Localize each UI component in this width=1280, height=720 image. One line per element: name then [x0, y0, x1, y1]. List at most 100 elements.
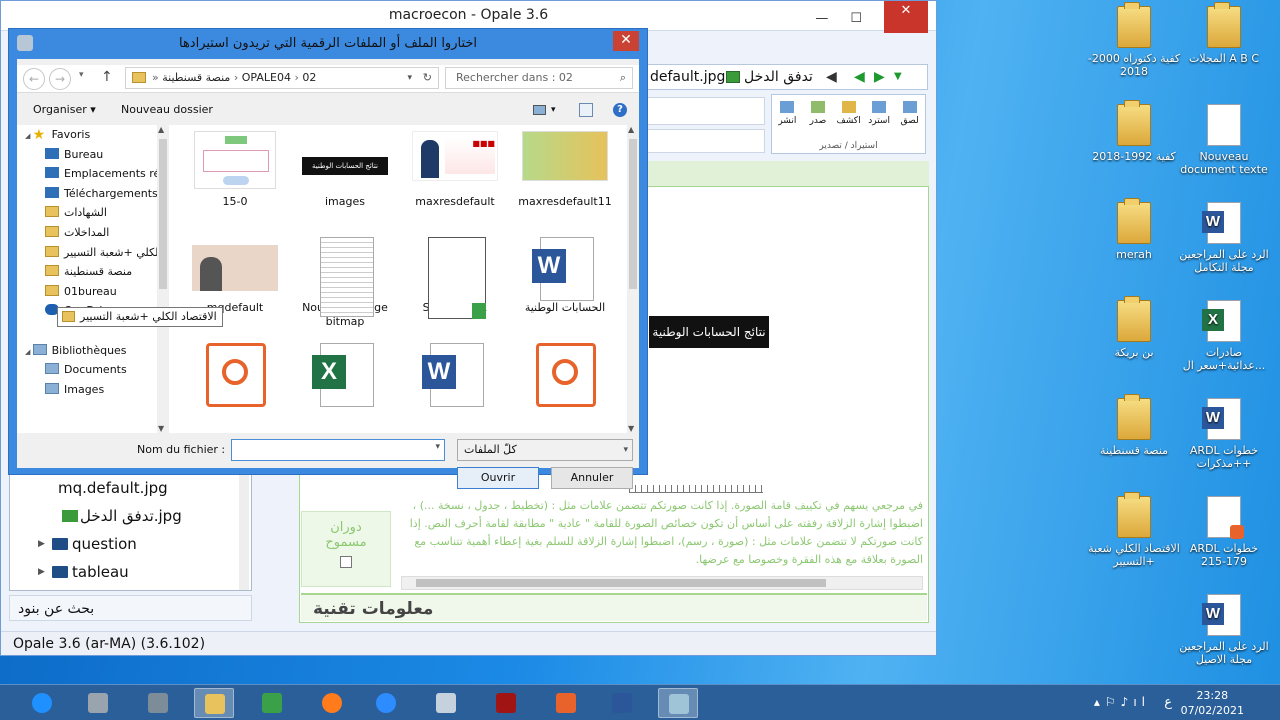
desktop-icon[interactable]: المجلات A B C	[1176, 2, 1272, 65]
organiser-button[interactable]: Organiser ▾	[33, 95, 96, 125]
file-item[interactable]	[513, 343, 617, 407]
taskbar-zoom-button[interactable]	[366, 688, 406, 718]
nav-tree-item[interactable]: Bureau	[17, 145, 169, 165]
taskbar-flash-button[interactable]	[486, 688, 526, 718]
taskbar-internet-explorer-button[interactable]	[22, 688, 62, 718]
taskbar-opale-button[interactable]	[658, 688, 698, 718]
new-folder-button[interactable]: Nouveau dossier	[121, 95, 213, 125]
cancel-button[interactable]: Annuler	[551, 467, 633, 489]
minimize-button[interactable]: —	[815, 5, 828, 33]
size-slider[interactable]	[629, 485, 763, 493]
file-type-select[interactable]: كلّ الملفات ▾	[457, 439, 633, 461]
back-icon[interactable]: ←	[23, 68, 45, 90]
nav-tree-item[interactable]: Images	[17, 380, 169, 400]
desktop-icon[interactable]: X صادرات ...عدائية+سعر ال	[1176, 300, 1272, 372]
restore-button[interactable]: استرد	[866, 101, 892, 126]
tree-scrollbar[interactable]	[239, 474, 249, 590]
nav-tree-item[interactable]: Téléchargements	[17, 184, 169, 204]
language-indicator[interactable]: ع	[1164, 695, 1172, 710]
prev-green-icon[interactable]: ◀	[854, 65, 865, 89]
paste-button[interactable]: لصق	[897, 101, 923, 126]
taskbar-word-button[interactable]	[602, 688, 642, 718]
recent-dropdown-icon[interactable]: ▾	[79, 70, 84, 80]
taskbar-input-app-button[interactable]	[426, 688, 466, 718]
file-item[interactable]: mqdefault	[183, 237, 287, 315]
address-dropdown-icon[interactable]: ▾	[407, 68, 412, 88]
ribbon-field[interactable]	[647, 97, 765, 125]
nav-tree-item[interactable]: Emplacements ré	[17, 164, 169, 184]
item-search-bar[interactable]: بحث عن بنود	[9, 595, 252, 621]
clock[interactable]: 23:28 07/02/2021	[1181, 688, 1244, 718]
desktop-icon[interactable]: W ARDL خطوات ++مذكرات	[1176, 398, 1272, 470]
folder-search-input[interactable]: Rechercher dans : 02 ⌕	[445, 67, 633, 89]
nav-tree-item[interactable]: Documents	[17, 360, 169, 380]
file-item[interactable]: ■■■ maxresdefault	[403, 131, 507, 209]
tree-item-question[interactable]: ▶ question	[10, 530, 251, 558]
tree-scrollbar[interactable]: ▲ ▼	[157, 125, 169, 433]
up-arrow-icon[interactable]: ↑	[101, 69, 113, 85]
ribbon-select[interactable]	[647, 129, 765, 153]
reveal-button[interactable]: اكشف	[836, 101, 862, 126]
nav-tree-item[interactable]: المداخلات	[17, 223, 169, 243]
file-item[interactable]: 15-0	[183, 131, 287, 209]
file-item[interactable]: W	[403, 343, 507, 407]
taskbar-chart-app-button[interactable]	[252, 688, 292, 718]
taskbar-firefox-button[interactable]	[312, 688, 352, 718]
desktop-icon[interactable]: W الرد على المراجعين مجلة التكامل	[1176, 202, 1272, 274]
tab-tadaffuq[interactable]: تدفق الدخل	[744, 65, 813, 89]
view-dropdown-icon[interactable]: ▾	[551, 95, 556, 125]
nav-tree-item[interactable]: الاقتصاد الكلي +شعبة التسيير	[17, 242, 169, 263]
taskbar-computer-button[interactable]	[138, 688, 178, 718]
file-item[interactable]: maxresdefault11	[513, 131, 617, 209]
desktop-icon[interactable]: ARDL خطوات 179-215	[1176, 496, 1272, 568]
help-icon[interactable]: ?	[613, 103, 627, 117]
dialog-close-button[interactable]: ✕	[613, 31, 639, 51]
nav-tree-item[interactable]: ◢ Bibliothèques	[17, 341, 169, 361]
maximize-button[interactable]: ☐	[850, 5, 862, 33]
file-item[interactable]: W الحسابات الوطنية	[513, 237, 617, 315]
forward-icon[interactable]: →	[49, 68, 71, 90]
tray-icons[interactable]: ▴⚐♪ıl	[1094, 695, 1150, 709]
view-icon[interactable]	[533, 105, 546, 115]
desktop-icon[interactable]: Nouveau document texte	[1176, 104, 1272, 176]
taskbar-pdf-app-button[interactable]	[546, 688, 586, 718]
filename-input[interactable]: ▾	[231, 439, 445, 461]
expand-icon[interactable]: ◢	[25, 132, 33, 140]
expand-icon[interactable]: ▶	[38, 530, 45, 558]
tab-default-jpg[interactable]: default.jpg	[648, 65, 725, 89]
file-item[interactable]: X	[293, 343, 397, 407]
open-button[interactable]: Ouvrir	[457, 467, 539, 489]
desktop-icon[interactable]: كفية دكتوراه 2000-2018	[1086, 2, 1182, 78]
preview-pane-icon[interactable]	[579, 103, 593, 117]
expand-icon[interactable]: ◢	[25, 348, 33, 356]
file-list-scrollbar[interactable]: ▲ ▼	[627, 125, 639, 433]
breadcrumb-3[interactable]: 02	[302, 71, 316, 84]
close-button[interactable]: ✕	[884, 1, 928, 33]
desktop-icon[interactable]: merah	[1086, 198, 1182, 261]
breadcrumb-2[interactable]: OPALE04	[242, 71, 291, 84]
address-bar[interactable]: » منصة قسنطينة › OPALE04 › 02 ▾ ↻	[125, 67, 439, 89]
file-item[interactable]: نتائج الحسابات الوطنية images	[293, 131, 397, 209]
filename-dropdown-icon[interactable]: ▾	[435, 442, 440, 452]
file-item[interactable]: Sans nom 1	[403, 237, 507, 319]
file-item[interactable]	[183, 343, 287, 407]
next-green-icon[interactable]: ▶	[874, 65, 885, 89]
desktop-icon[interactable]: W الرد على المراجعين مجلة الاصيل	[1176, 594, 1272, 666]
back-arrow-icon[interactable]: ◀	[826, 65, 837, 89]
tree-item-mq[interactable]: mq.default.jpg	[10, 474, 251, 502]
nav-tree-item[interactable]: منصة قسنطينة	[17, 262, 169, 282]
file-item[interactable]: Nouvelle image bitmap	[293, 237, 397, 329]
nav-tree-item[interactable]: الشهادات	[17, 203, 169, 223]
taskbar-printer-button[interactable]	[78, 688, 118, 718]
nav-tree-item[interactable]: ◢ ★ Favoris	[17, 125, 169, 145]
dropdown-icon[interactable]: ▼	[894, 65, 902, 89]
taskbar-file-explorer-button[interactable]	[194, 688, 234, 718]
refresh-icon[interactable]: ↻	[423, 68, 432, 88]
publish-button[interactable]: انشر	[774, 101, 800, 126]
desktop-icon[interactable]: بن بريكة	[1086, 296, 1182, 359]
tree-item-tableau[interactable]: ▶ tableau	[10, 558, 251, 586]
nav-tree-item[interactable]: 01bureau	[17, 282, 169, 302]
desktop-icon[interactable]: الاقتصاد الكلي شعبة التسيير+	[1086, 492, 1182, 568]
expand-icon[interactable]: ▶	[38, 558, 45, 586]
desktop-icon[interactable]: كفية 1992-2018	[1086, 100, 1182, 163]
